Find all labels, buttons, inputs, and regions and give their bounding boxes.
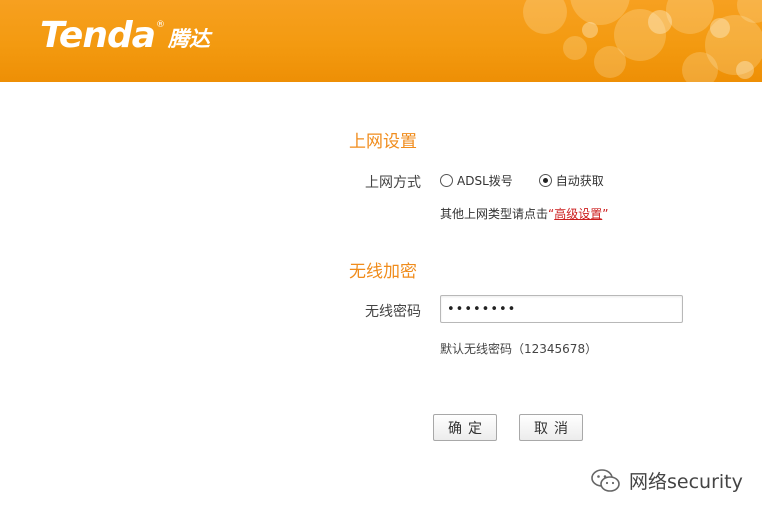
- wireless-password-input[interactable]: [440, 295, 683, 323]
- registered-mark: ®: [156, 20, 166, 30]
- wireless-encryption-title: 无线加密: [349, 262, 417, 282]
- radio-adsl-label: ADSL拨号: [457, 174, 513, 188]
- radio-adsl[interactable]: ADSL拨号: [440, 172, 513, 189]
- cancel-button[interactable]: 取消: [519, 414, 583, 441]
- default-password-text: 默认无线密码（12345678）: [440, 342, 598, 356]
- radio-adsl-circle[interactable]: [440, 174, 453, 187]
- confirm-button[interactable]: 确定: [433, 414, 497, 441]
- connection-mode-radio-group: ADSL拨号 自动获取: [440, 172, 604, 189]
- internet-settings-title: 上网设置: [349, 132, 417, 152]
- watermark-text: 网络security: [629, 471, 743, 493]
- advanced-settings-link[interactable]: 高级设置: [554, 207, 602, 221]
- hint-quote-close: ”: [602, 207, 609, 221]
- connection-mode-label: 上网方式: [365, 175, 421, 191]
- radio-auto[interactable]: 自动获取: [538, 172, 604, 189]
- wireless-password-label: 无线密码: [365, 304, 421, 320]
- tenda-logo: Tenda ® 腾达: [40, 14, 210, 54]
- header-banner: Tenda ® 腾达: [0, 0, 762, 82]
- radio-auto-label: 自动获取: [555, 174, 604, 188]
- hint-prefix: 其他上网类型请点击: [440, 207, 549, 221]
- wechat-icon: [591, 468, 620, 492]
- default-password-hint: 默认无线密码（12345678）: [440, 340, 597, 357]
- radio-auto-circle[interactable]: [538, 174, 552, 187]
- watermark: 网络security: [591, 467, 743, 494]
- logo-chinese: 腾达: [168, 27, 211, 51]
- logo-wordmark: Tenda: [40, 15, 156, 56]
- advanced-settings-hint: 其他上网类型请点击“高级设置”: [440, 205, 608, 222]
